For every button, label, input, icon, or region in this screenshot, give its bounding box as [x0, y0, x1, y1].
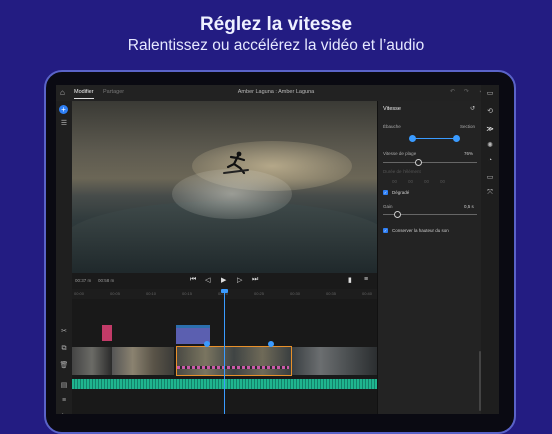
speed-ramp-indicator	[177, 366, 289, 369]
menu-icon[interactable]: ≡	[364, 276, 368, 283]
step-back-icon[interactable]: ◁	[205, 276, 210, 284]
crop-icon[interactable]: ▭	[485, 173, 495, 181]
tab-partager[interactable]: Partager	[103, 89, 124, 95]
home-icon[interactable]: ⌂	[60, 88, 65, 97]
source-range-value: 00	[424, 179, 430, 184]
timecode-current: 00:37 m	[75, 278, 92, 283]
left-toolbar: + ☰ ✂ ⧉ 🗑 ▤ ≡ ⇆	[56, 101, 73, 414]
tab-modifier[interactable]: Modifier	[74, 89, 94, 99]
source-range-value: 00	[392, 179, 398, 184]
ruler-mark: 00:35	[326, 291, 337, 296]
speed-icon[interactable]: ≫	[485, 125, 495, 133]
color-icon[interactable]: ✺	[485, 141, 495, 149]
gain-label: Gain	[383, 204, 393, 209]
headline-title: Réglez la vitesse	[199, 14, 353, 35]
undo-icon[interactable]: ↶	[450, 88, 455, 95]
filmstrip-icon[interactable]: ▤	[59, 381, 69, 389]
keyframe-handle[interactable]	[268, 341, 274, 347]
fade-label: Dégradé	[392, 190, 410, 195]
timecode-total: 00:58 m	[98, 278, 115, 283]
headline-subtitle: Ralentissez ou accélérez la vidéo et l’a…	[127, 37, 425, 54]
video-clip[interactable]	[72, 347, 112, 375]
rotate-icon[interactable]: ⟲	[485, 107, 495, 115]
play-icon[interactable]: ▶	[221, 276, 226, 284]
transport-bar: 00:37 m 00:58 m ⏮ ◁ ▶ ▷ ⏭ ▮ ≡	[72, 273, 377, 289]
speed-panel: Vitesse ↺ Ébauche Section Vitesse de pla…	[377, 101, 482, 414]
right-icon-bar: ▭ ⟲ ≫ ✺ ◔ ▭ ⤧	[481, 85, 499, 414]
playback-speed-slider[interactable]	[383, 162, 477, 163]
skip-forward-icon[interactable]: ⏭	[252, 276, 258, 284]
duplicate-icon[interactable]: ⧉	[59, 345, 69, 353]
ruler-mark: 00:05	[110, 291, 121, 296]
app-screen: ⌂ Modifier Partager Amber Laguna : Amber…	[56, 85, 499, 414]
ruler-mark: 00:00	[74, 291, 85, 296]
step-forward-icon[interactable]: ▷	[237, 276, 242, 284]
ramp-in-label: Ébauche	[383, 124, 401, 129]
redo-icon[interactable]: ↷	[464, 88, 469, 95]
tracks-icon[interactable]: ≡	[59, 397, 69, 404]
video-clip[interactable]	[112, 347, 174, 375]
source-range-value: 00	[408, 179, 414, 184]
panel-title: Vitesse	[383, 106, 401, 112]
layers-icon[interactable]: ☰	[59, 119, 69, 127]
add-icon[interactable]: +	[59, 105, 68, 114]
fade-checkbox[interactable]: ✓	[383, 190, 388, 195]
trash-icon[interactable]: 🗑	[59, 361, 69, 369]
playhead[interactable]	[224, 291, 225, 414]
comment-icon[interactable]: ▭	[485, 89, 495, 97]
keyframe-handle[interactable]	[204, 341, 210, 347]
surfer-figure	[223, 151, 249, 175]
timeline[interactable]	[72, 289, 377, 414]
volume-icon[interactable]: ▮	[348, 276, 352, 284]
skip-back-icon[interactable]: ⏮	[190, 276, 196, 284]
transform-icon[interactable]: ⤧	[485, 189, 495, 197]
playback-speed-label: Vitesse de plage	[383, 151, 417, 156]
ruler-mark: 00:15	[182, 291, 193, 296]
title-clip[interactable]	[102, 325, 112, 341]
gain-value: 0,5 s	[464, 204, 474, 209]
top-bar: ⌂ Modifier Partager Amber Laguna : Amber…	[56, 85, 499, 102]
preserve-pitch-checkbox[interactable]: ✓	[383, 228, 388, 233]
source-range-label: Durée de l’élément	[383, 169, 421, 174]
ramp-in-handle[interactable]	[409, 135, 416, 142]
video-preview[interactable]	[72, 101, 377, 273]
ruler-mark: 00:10	[146, 291, 157, 296]
project-title: Amber Laguna : Amber Laguna	[237, 89, 315, 95]
scissors-icon[interactable]: ✂	[59, 327, 69, 335]
reset-icon[interactable]: ↺	[470, 105, 475, 112]
ruler-mark: 00:25	[254, 291, 265, 296]
playback-speed-knob[interactable]	[415, 159, 423, 166]
selected-video-clip[interactable]	[176, 346, 292, 376]
source-range-value: 00	[440, 179, 446, 184]
ramp-out-label: Section	[460, 124, 476, 129]
ramp-track[interactable]	[412, 138, 458, 139]
video-clip[interactable]	[292, 347, 377, 375]
gain-knob[interactable]	[394, 211, 401, 218]
ruler-mark: 00:40	[362, 291, 373, 296]
preserve-pitch-label: Conserver la hauteur du son	[392, 228, 449, 233]
playback-speed-value: 76%	[464, 151, 474, 156]
ramp-out-handle[interactable]	[453, 135, 460, 142]
gauge-icon[interactable]: ◔	[485, 157, 495, 164]
ruler-mark: 00:30	[290, 291, 301, 296]
